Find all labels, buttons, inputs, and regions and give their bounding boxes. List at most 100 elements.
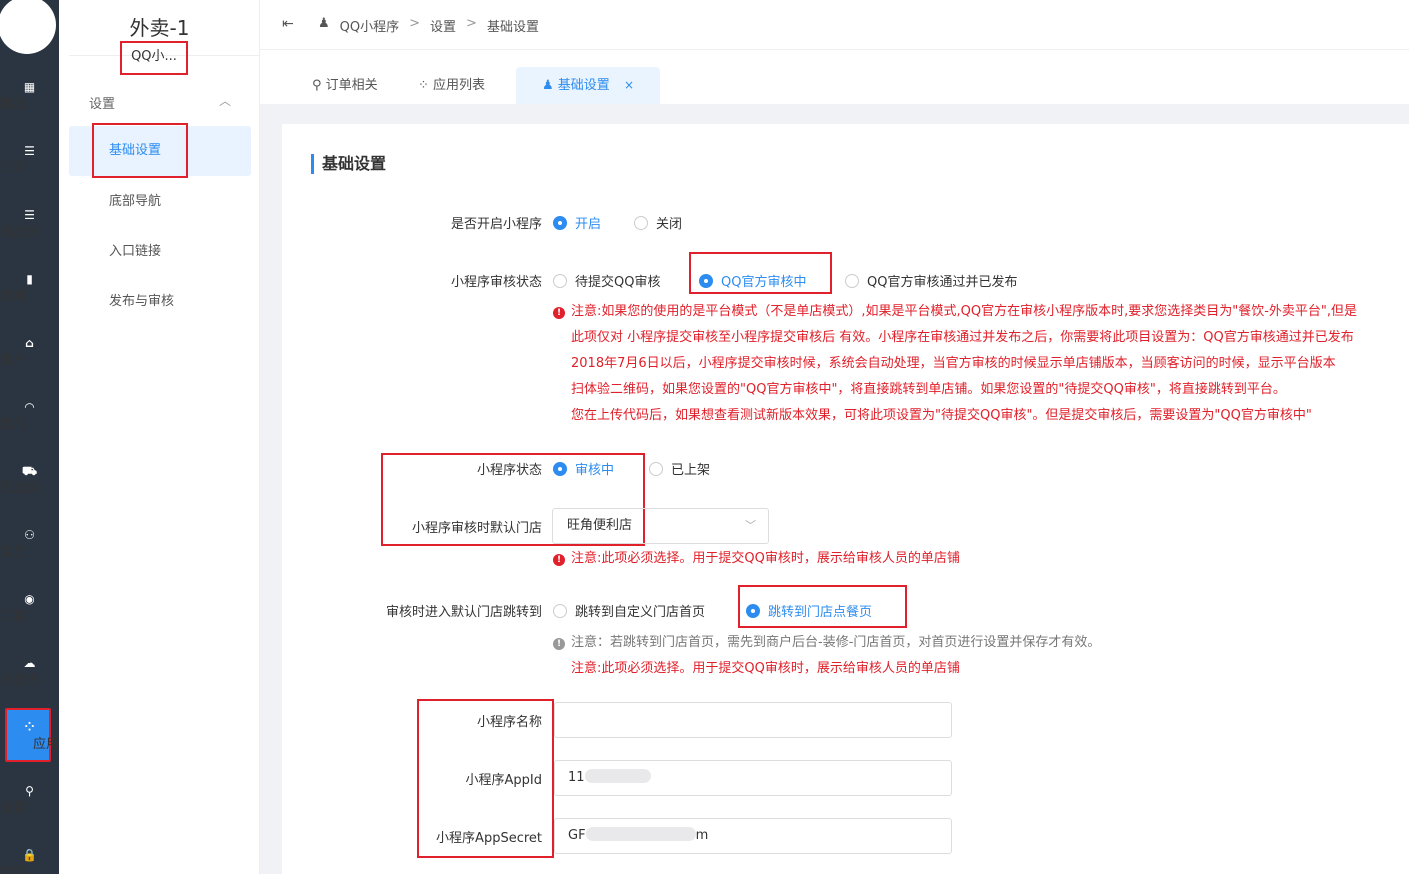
review-status-radio-pending[interactable]: 待提交QQ审核 <box>553 271 660 290</box>
breadcrumb-item[interactable]: 设置 <box>430 16 456 35</box>
tab-label: 基础设置 <box>557 78 610 93</box>
rail-item-3[interactable]: ▮ 数据 <box>0 256 59 320</box>
rail-item-1[interactable]: ☰ 订单 <box>0 128 59 192</box>
app-status-label: 小程序状态 <box>476 463 542 478</box>
bar-chart-icon: ▮ <box>26 272 33 286</box>
review-note-line: 扫体验二维码，如果您设置的"QQ官方审核中"，将直接跳转到单店铺。如果您设置的"… <box>571 382 1286 397</box>
jump-label: 审核时进入默认门店跳转到 <box>385 605 542 620</box>
radio-label: 关闭 <box>656 217 683 232</box>
radio-label: 跳转到自定义门店首页 <box>575 605 706 620</box>
input-value: m <box>695 828 709 843</box>
rail-item-6[interactable]: ⛟ 配送员 <box>0 448 59 512</box>
enable-radio-on[interactable]: 开启 <box>553 213 601 232</box>
tab-app-list[interactable]: ⁘ 应用列表 <box>418 67 485 104</box>
info-icon: ! <box>553 638 565 650</box>
sidebar-item-bottom-nav[interactable]: 底部导航 <box>69 177 251 227</box>
highlight-box <box>689 252 832 294</box>
chevron-down-icon: ﹀ <box>745 519 756 532</box>
rail-item-label: 售后 <box>0 417 27 432</box>
sidebar-item-publish-review[interactable]: 发布与审核 <box>69 277 251 327</box>
app-name-input[interactable] <box>554 702 952 738</box>
highlight-box <box>92 123 188 178</box>
rail-item-5[interactable]: ◠ 售后 <box>0 384 59 448</box>
scooter-icon: ⛟ <box>21 464 38 478</box>
breadcrumb: ♟ QQ小程序 > 设置 > 基础设置 <box>318 16 539 35</box>
redacted-text <box>584 769 651 783</box>
rail-item-label: 权限 <box>0 865 27 874</box>
rail-item-label: 小程序 <box>0 673 40 688</box>
warning-icon: ! <box>553 307 565 319</box>
rail-item-label: 顾客 <box>0 609 27 624</box>
sidebar-item-entry-link[interactable]: 入口链接 <box>69 227 251 277</box>
radio-label: QQ官方审核通过并已发布 <box>867 275 1018 290</box>
note-text: 注意:此项必须选择。用于提交QQ审核时，展示给审核人员的单店铺 <box>571 551 960 566</box>
app-id-label: 小程序AppId <box>465 773 542 788</box>
tab-label: 应用列表 <box>433 78 486 93</box>
tab-orders[interactable]: ⚲ 订单相关 <box>312 67 378 104</box>
rail-item-7[interactable]: ⚇ 店员 <box>0 512 59 576</box>
rail-item-label: 配送员 <box>0 481 40 496</box>
tab-basic-settings[interactable]: ♟ 基础设置 × <box>516 67 661 104</box>
app-status-radio-reviewing[interactable]: 审核中 <box>553 459 614 478</box>
input-value: 11 <box>568 770 585 785</box>
apps-icon: ⁘ <box>24 720 35 734</box>
rail-item-4[interactable]: ⌂ 商户 <box>0 320 59 384</box>
rail-item-11[interactable]: ⚲ 设置 <box>0 768 59 832</box>
avatar[interactable] <box>0 0 56 54</box>
rail-item-label: 商户 <box>0 353 27 368</box>
lock-icon: 🔒 <box>22 848 37 862</box>
note-text: 注意：若跳转到门店首页，需先到商户后台-装修-门店首页，对首页进行设置并保存才有… <box>571 635 1101 650</box>
user-circle-icon: ◉ <box>24 592 35 606</box>
close-icon[interactable]: × <box>624 78 634 92</box>
breadcrumb-sep: > <box>466 16 477 31</box>
rail-item-2[interactable]: ☰ 当面付 <box>0 192 59 256</box>
rail-item-label: 应用 <box>32 737 59 752</box>
review-note-line: 2018年7月6日以后，小程序提交审核时候，系统会自动处理，当官方审核的时候显示… <box>571 356 1336 371</box>
default-store-label: 小程序审核时默认门店 <box>411 521 542 536</box>
warning-icon: ! <box>553 554 565 566</box>
breadcrumb-item[interactable]: QQ小程序 <box>340 16 399 35</box>
qq-icon: ♟ <box>542 78 554 93</box>
chevron-up-icon[interactable]: ︿ <box>219 92 231 109</box>
review-note-line: 此项仅对 小程序提交审核至小程序提交审核后 有效。小程序在审核通过并发布之后，你… <box>571 330 1354 345</box>
main-rail: ▦ 概况 ☰ 订单 ☰ 当面付 ▮ 数据 ⌂ 商户 ◠ 售后 ⛟ 配送员 ⚇ 店员 ◉ 顾客 ☁ 小程序 ⁘ 应用 ⚲ 设置 🔒… <box>0 0 59 874</box>
header: ⇤ ♟ QQ小程序 > 设置 > 基础设置 <box>260 0 1409 50</box>
rail-item-12[interactable]: 🔒 权限 <box>0 832 59 874</box>
users-icon: ⚇ <box>24 528 35 542</box>
rail-item-label: 数据 <box>0 289 27 304</box>
rail-item-label: 订单 <box>0 161 27 176</box>
user-icon: ⚲ <box>312 78 322 93</box>
dashboard-icon: ▦ <box>23 80 36 94</box>
input-value: GF <box>568 828 586 843</box>
wechat-icon: ☁ <box>23 656 36 670</box>
enable-radio-off[interactable]: 关闭 <box>634 213 682 232</box>
shop-name: 外卖-1 <box>129 16 190 40</box>
app-id-input[interactable]: 11 <box>554 760 952 796</box>
sidebar-group-label[interactable]: 设置 <box>89 93 115 112</box>
app-secret-input[interactable]: GF m <box>554 818 952 854</box>
list-icon: ☰ <box>24 208 35 222</box>
user-gear-icon: ⚲ <box>25 784 34 798</box>
jump-note-red: 注意:此项必须选择。用于提交QQ审核时，展示给审核人员的单店铺 <box>571 661 960 676</box>
redacted-text <box>585 827 696 841</box>
rail-item-0[interactable]: ▦ 概况 <box>0 64 59 128</box>
review-note-line: 您在上传代码后，如果想查看测试新版本效果，可将此项设置为"待提交QQ审核"。但是… <box>571 408 1312 423</box>
shop-subtitle[interactable]: QQ小... <box>120 41 188 75</box>
default-store-select[interactable]: 旺角便利店 ﹀ <box>552 508 769 544</box>
radio-label: 开启 <box>575 217 602 232</box>
radio-label: 审核中 <box>575 463 615 478</box>
app-status-radio-online[interactable]: 已上架 <box>649 459 710 478</box>
rail-item-9[interactable]: ☁ 小程序 <box>0 640 59 704</box>
review-status-radio-published[interactable]: QQ官方审核通过并已发布 <box>845 271 1017 290</box>
tab-label: 订单相关 <box>325 78 378 93</box>
review-note-line: ! 注意:如果您的使用的是平台模式（不是单店模式）,如果是平台模式,QQ官方在审核… <box>553 299 1357 325</box>
select-value: 旺角便利店 <box>567 518 633 533</box>
menu-fold-icon[interactable]: ⇤ <box>282 16 294 32</box>
enable-label: 是否开启小程序 <box>450 217 542 232</box>
jump-radio-custom-home[interactable]: 跳转到自定义门店首页 <box>553 601 705 620</box>
headset-icon: ◠ <box>24 400 35 414</box>
rail-item-8[interactable]: ◉ 顾客 <box>0 576 59 640</box>
secondary-sidebar: 外卖-1 QQ小... 设置 ︿ 基础设置 底部导航 入口链接 发布与审核 <box>59 0 260 874</box>
rail-item-10[interactable]: ⁘ 应用 <box>0 704 59 768</box>
rail-item-label: 概况 <box>0 97 27 112</box>
